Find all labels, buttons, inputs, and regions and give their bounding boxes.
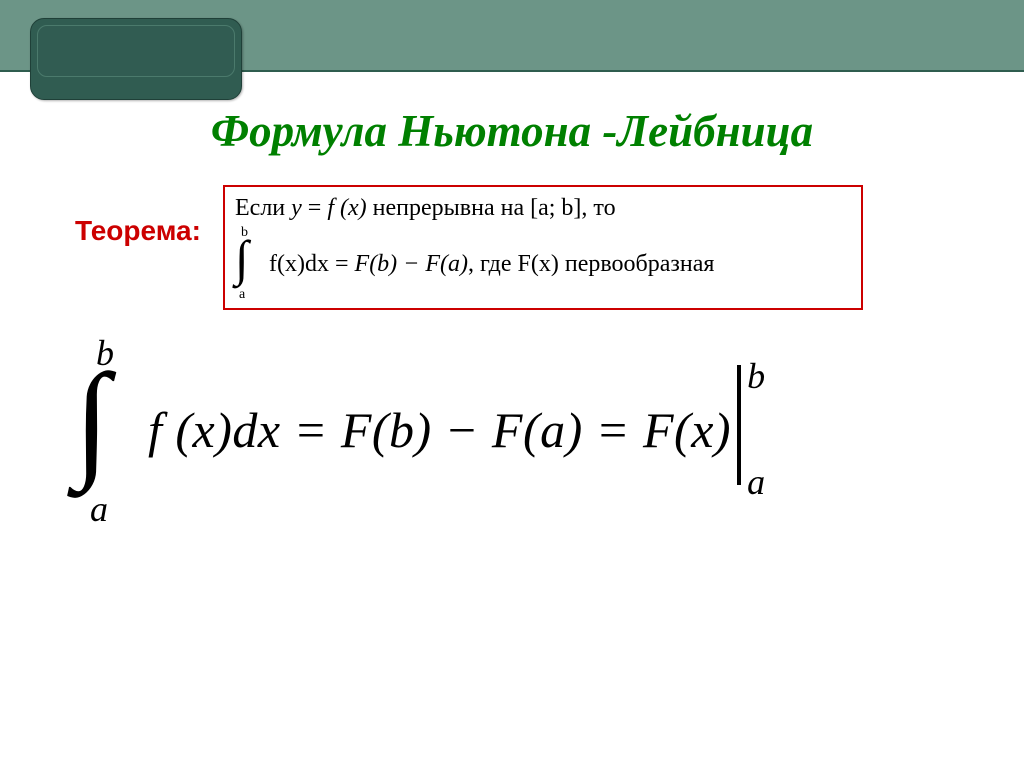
integral-icon: ∫: [235, 233, 249, 283]
theorem-line-2: b ∫ a f(x)dx = F(b) − F(a), где F(x) пер…: [235, 229, 851, 299]
slide: Формула Ньютона -Лейбница Теорема: Если …: [0, 0, 1024, 767]
integral-large: b ∫ a: [80, 340, 140, 520]
math-eq: =: [302, 195, 328, 221]
math-lhs: f (x)dx: [148, 402, 281, 458]
integral-icon: ∫: [74, 360, 110, 480]
eval-upper: b: [747, 355, 765, 397]
text: , то: [581, 195, 615, 221]
top-bar-tab: [30, 18, 242, 100]
math-rhs: F(x): [643, 402, 731, 458]
math-Fx: F(x): [518, 251, 559, 277]
math-eq: =: [281, 402, 341, 458]
math-interval: [a; b]: [530, 195, 581, 221]
integral-small: b ∫ a: [235, 229, 263, 299]
math-fx: f (x): [327, 195, 366, 221]
math-integrand: f(x)dx: [269, 251, 329, 277]
theorem-line-2-expr: f(x)dx = F(b) − F(a), где F(x) первообра…: [269, 251, 714, 278]
theorem-box: Если y = f (x) непрерывна на [a; b], то …: [223, 185, 863, 310]
int-lower: a: [239, 287, 245, 303]
main-formula: b ∫ a f (x)dx = F(b) − F(a) = F(x) b a: [80, 340, 960, 530]
math-eq: =: [329, 251, 355, 277]
theorem-label: Теорема:: [75, 215, 201, 247]
eval-lower: a: [747, 461, 765, 503]
top-bar: [0, 0, 1024, 72]
math-eq: =: [583, 402, 643, 458]
math-rhs: F(b) − F(a): [355, 251, 468, 277]
text: непрерывна на: [367, 195, 530, 221]
math-mid: F(b) − F(a): [341, 402, 583, 458]
text-antiderivative: первообразная: [559, 251, 715, 277]
text: Если: [235, 195, 291, 221]
theorem-line-1: Если y = f (x) непрерывна на [a; b], то: [235, 193, 851, 223]
int-lower: a: [90, 488, 108, 530]
page-title: Формула Ньютона -Лейбница: [0, 105, 1024, 157]
top-bar-tab-inner: [37, 25, 235, 77]
text-where: , где: [468, 251, 518, 277]
formula-expression: f (x)dx = F(b) − F(a) = F(x): [144, 401, 731, 459]
vertical-bar-icon: [737, 365, 741, 485]
math-y: y: [291, 195, 302, 221]
